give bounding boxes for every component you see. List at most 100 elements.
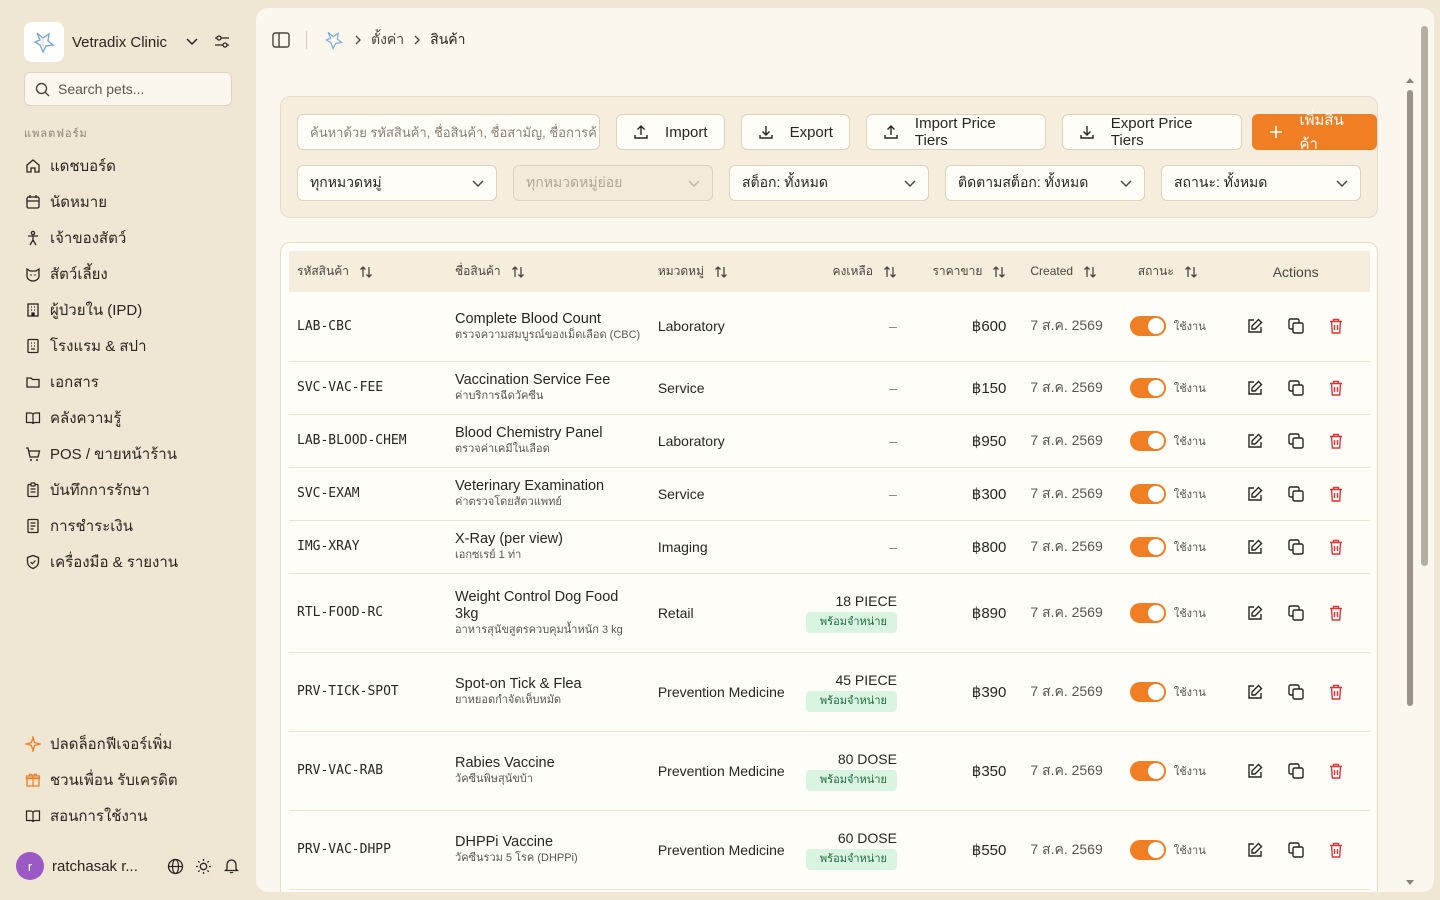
bell-icon[interactable] [222,857,240,875]
status-toggle[interactable] [1129,536,1166,557]
sidebar-item-treatment-records[interactable]: บันทึกการรักษา [24,472,232,508]
sidebar-item-invite-friends[interactable]: ชวนเพื่อน รับเครดิต [24,762,232,798]
sidebar-item-owners[interactable]: เจ้าของสัตว์ [24,220,232,256]
product-search-input[interactable]: ค้นหาด้วย รหัสสินค้า, ชื่อสินค้า, ชื่อสา… [297,114,601,150]
table-row[interactable]: PRV-VAC-DHPP DHPPi Vaccine วัคซีนรวม 5 โ… [289,810,1370,889]
copy-icon[interactable] [1284,429,1308,453]
table-scrollbar[interactable] [1404,74,1416,892]
sort-icon[interactable] [714,265,728,279]
sidebar-item-pets[interactable]: สัตว์เลี้ยง [24,256,232,292]
sidebar-item-unlock-features[interactable]: ปลดล็อกฟีเจอร์เพิ่ม [24,726,232,762]
sidebar-item-documents[interactable]: เอกสาร [24,364,232,400]
pet-search-input[interactable]: Search pets... [24,72,232,106]
breadcrumb-settings[interactable]: ตั้งค่า [371,29,404,51]
sidebar-item-payments[interactable]: การชำระเงิน [24,508,232,544]
column-header-price[interactable]: ราคาขาย [905,251,1014,292]
column-header-status[interactable]: สถานะ [1122,251,1222,292]
sort-icon[interactable] [992,265,1006,279]
trash-icon[interactable] [1324,314,1348,338]
copy-icon[interactable] [1284,680,1308,704]
copy-icon[interactable] [1284,482,1308,506]
subcategory-select[interactable]: ทุกหมวดหมู่ย่อย [513,165,713,201]
copy-icon[interactable] [1284,376,1308,400]
edit-icon[interactable] [1243,601,1267,625]
copy-icon[interactable] [1284,838,1308,862]
sun-icon[interactable] [194,857,212,875]
sort-icon[interactable] [359,265,373,279]
copy-icon[interactable] [1284,601,1308,625]
edit-icon[interactable] [1243,376,1267,400]
table-row[interactable]: PRV-TICK-SPOT Spot-on Tick & Flea ยาหยอด… [289,652,1370,731]
import-price-tiers-button[interactable]: Import Price Tiers [865,114,1046,150]
edit-icon[interactable] [1243,838,1267,862]
table-row[interactable]: LAB-CBC Complete Blood Count ตรวจความสมบ… [289,292,1370,361]
trash-icon[interactable] [1324,759,1348,783]
column-header-stock[interactable]: คงเหลือ [798,251,905,292]
status-toggle[interactable] [1129,430,1166,451]
sidebar-item-dashboard[interactable]: แดชบอร์ด [24,148,232,184]
copy-icon[interactable] [1284,759,1308,783]
edit-icon[interactable] [1243,759,1267,783]
copy-icon[interactable] [1284,314,1308,338]
sidebar-item-knowledge-base[interactable]: คลังความรู้ [24,400,232,436]
table-row[interactable]: IMG-XRAY X-Ray (per view) เอกซเรย์ 1 ท่า… [289,520,1370,573]
status-toggle[interactable] [1129,483,1166,504]
status-select[interactable]: สถานะ: ทั้งหมด [1161,165,1361,201]
stock-tracking-select[interactable]: ติดตามสต็อก: ทั้งหมด [945,165,1145,201]
trash-icon[interactable] [1324,376,1348,400]
sidebar-item-hotel-spa[interactable]: โรงแรม & สปา [24,328,232,364]
sort-icon[interactable] [1184,265,1198,279]
trash-icon[interactable] [1324,482,1348,506]
clinic-switcher[interactable]: Vetradix Clinic [24,22,232,62]
trash-icon[interactable] [1324,429,1348,453]
table-row[interactable]: SVC-EXAM Veterinary Examination ค่าตรวจโ… [289,467,1370,520]
category-select[interactable]: ทุกหมวดหมู่ [297,165,497,201]
sliders-icon[interactable] [212,32,232,52]
page-scrollbar[interactable] [1418,8,1432,892]
sidebar-toggle-icon[interactable] [272,32,290,48]
user-menu[interactable]: r ratchasak r... [16,850,240,882]
export-button[interactable]: Export [740,114,850,150]
edit-icon[interactable] [1243,535,1267,559]
home-logo-icon[interactable] [323,29,345,51]
edit-icon[interactable] [1243,482,1267,506]
column-header-code[interactable]: รหัสสินค้า [289,251,447,292]
sidebar-item-tutorial[interactable]: สอนการใช้งาน [24,798,232,834]
sidebar-item-appointments[interactable]: นัดหมาย [24,184,232,220]
stock-select[interactable]: สต็อก: ทั้งหมด [729,165,929,201]
table-row[interactable]: LAB-BLOOD-CHEM Blood Chemistry Panel ตรว… [289,414,1370,467]
status-toggle[interactable] [1129,760,1166,781]
column-header-created[interactable]: Created [1014,251,1121,292]
add-product-button[interactable]: เพิ่มสินค้า [1252,112,1377,153]
trash-icon[interactable] [1324,838,1348,862]
chevron-down-icon[interactable] [182,32,202,52]
page-scroll-thumb[interactable] [1421,26,1428,566]
status-toggle[interactable] [1129,316,1166,337]
globe-icon[interactable] [166,857,184,875]
export-price-tiers-button[interactable]: Export Price Tiers [1061,114,1243,150]
status-toggle[interactable] [1129,602,1166,623]
edit-icon[interactable] [1243,314,1267,338]
trash-icon[interactable] [1324,535,1348,559]
import-button[interactable]: Import [616,114,725,150]
scroll-thumb[interactable] [1407,90,1413,706]
status-toggle[interactable] [1129,377,1166,398]
scroll-down-arrow[interactable] [1406,880,1414,885]
sort-icon[interactable] [883,265,897,279]
column-header-category[interactable]: หมวดหมู่ [650,251,798,292]
trash-icon[interactable] [1324,680,1348,704]
status-toggle[interactable] [1129,839,1166,860]
trash-icon[interactable] [1324,601,1348,625]
status-toggle[interactable] [1129,681,1166,702]
scroll-up-arrow[interactable] [1406,78,1414,83]
sort-icon[interactable] [511,265,525,279]
table-row[interactable]: RTL-FOOD-RC Weight Control Dog Food 3kg … [289,573,1370,652]
sidebar-item-ipd[interactable]: ผู้ป่วยใน (IPD) [24,292,232,328]
sort-icon[interactable] [1083,265,1097,279]
copy-icon[interactable] [1284,535,1308,559]
sidebar-item-tools-reports[interactable]: เครื่องมือ & รายงาน [24,544,232,580]
sidebar-item-pos[interactable]: POS / ขายหน้าร้าน [24,436,232,472]
edit-icon[interactable] [1243,680,1267,704]
table-row[interactable]: SVC-VAC-FEE Vaccination Service Fee ค่าบ… [289,361,1370,414]
table-row[interactable]: PRV-VAC-RAB Rabies Vaccine วัคซีนพิษสุนั… [289,731,1370,810]
